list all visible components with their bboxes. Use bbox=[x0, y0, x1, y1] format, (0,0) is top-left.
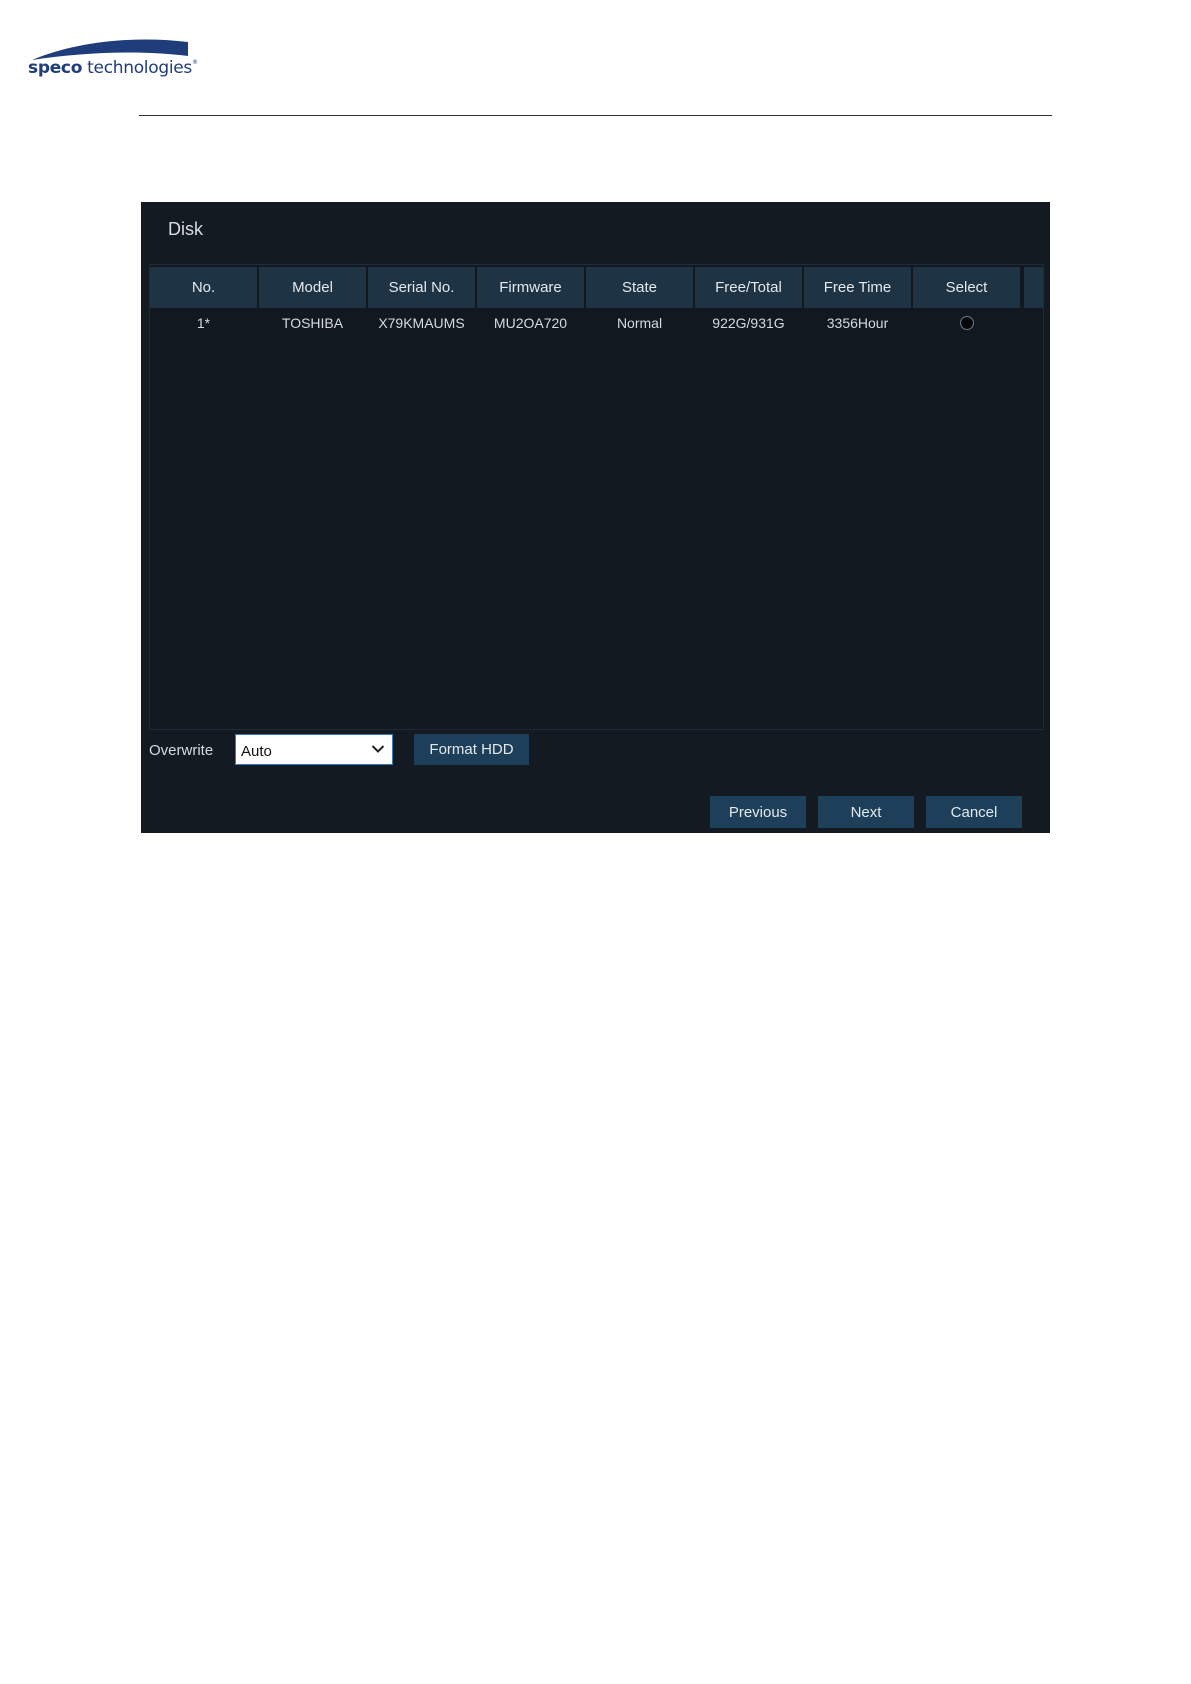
cell-free-time: 3356Hour bbox=[826, 315, 889, 331]
table-header: No. Model Serial No. Firmware State Free… bbox=[150, 267, 1043, 308]
chevron-down-icon bbox=[371, 745, 385, 753]
cell-select bbox=[913, 308, 1020, 338]
column-header-free-total: Free/Total bbox=[695, 267, 802, 308]
logo-text: speco technologies® bbox=[28, 58, 198, 78]
column-header-no: No. bbox=[150, 267, 257, 308]
window-title: Disk bbox=[168, 219, 203, 239]
speco-logo: speco technologies® bbox=[28, 38, 198, 86]
logo-text-bold: speco bbox=[28, 58, 83, 78]
overwrite-value: Auto bbox=[241, 743, 272, 760]
cell-serial: X79KMAUMS bbox=[378, 315, 465, 331]
column-header-model: Model bbox=[259, 267, 366, 308]
disk-window: Disk No. Model Serial No. Firmware State… bbox=[141, 202, 1050, 833]
column-header-scroll bbox=[1024, 267, 1043, 308]
table-row[interactable]: 1* TOSHIBA X79KMAUMS MU2OA720 Normal 922… bbox=[150, 308, 1043, 338]
previous-button[interactable]: Previous bbox=[710, 796, 806, 828]
cell-no: 1* bbox=[196, 315, 211, 331]
logo-text-rest: technologies bbox=[82, 58, 192, 78]
cell-free-total: 922G/931G bbox=[712, 315, 785, 331]
registered-mark: ® bbox=[191, 59, 198, 66]
column-header-serial: Serial No. bbox=[368, 267, 475, 308]
next-button[interactable]: Next bbox=[818, 796, 914, 828]
column-header-select: Select bbox=[913, 267, 1020, 308]
cell-model: TOSHIBA bbox=[281, 315, 344, 331]
overwrite-select[interactable]: Auto bbox=[235, 734, 393, 765]
header-rule bbox=[139, 115, 1052, 116]
column-header-state: State bbox=[586, 267, 693, 308]
overwrite-label: Overwrite bbox=[149, 742, 214, 759]
disk-table: No. Model Serial No. Firmware State Free… bbox=[149, 264, 1044, 730]
cell-firmware: MU2OA720 bbox=[493, 315, 568, 331]
column-header-free-time: Free Time bbox=[804, 267, 911, 308]
cancel-button[interactable]: Cancel bbox=[926, 796, 1022, 828]
format-hdd-button[interactable]: Format HDD bbox=[414, 734, 529, 765]
cell-state: Normal bbox=[616, 315, 663, 331]
select-radio[interactable] bbox=[959, 316, 974, 330]
column-header-firmware: Firmware bbox=[477, 267, 584, 308]
